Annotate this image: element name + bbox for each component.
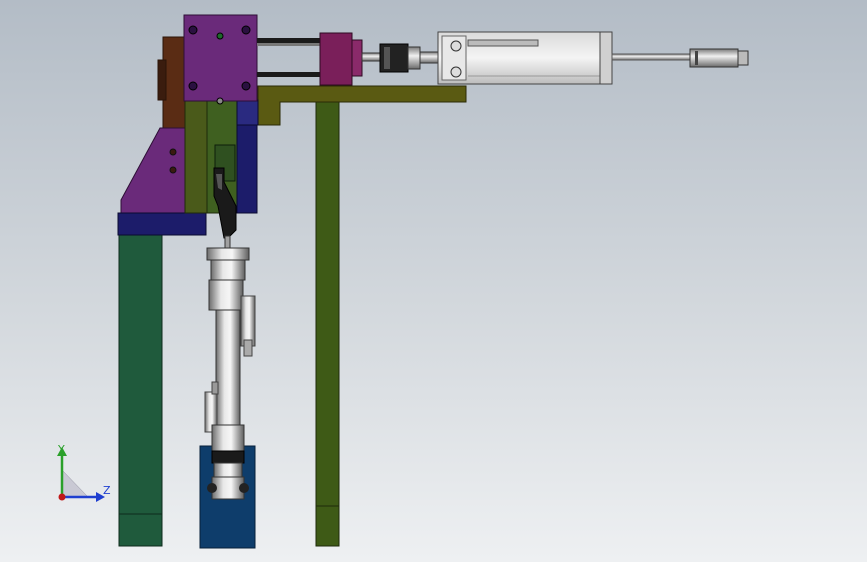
purple-top-block[interactable]	[183, 14, 258, 105]
clamp-block[interactable]	[319, 32, 363, 86]
guide-rods	[257, 38, 321, 77]
brown-bracket[interactable]	[157, 36, 186, 132]
left-support-leg[interactable]	[118, 231, 163, 547]
z-axis-label: Z	[103, 484, 111, 497]
coordinate-axes-icon: Y Z	[57, 443, 111, 502]
cad-viewport[interactable]: Y Z	[0, 0, 867, 562]
rod-coupling[interactable]	[361, 43, 439, 73]
horizontal-air-cylinder[interactable]	[437, 31, 749, 85]
assembly-drawing	[117, 14, 749, 549]
right-support-post[interactable]	[315, 101, 340, 547]
top-mounting-plate[interactable]	[257, 85, 467, 126]
y-axis-label: Y	[57, 443, 65, 456]
coordinate-triad: Y Z	[48, 440, 118, 510]
navy-base-bar[interactable]	[117, 212, 207, 236]
purple-gusset[interactable]	[120, 127, 186, 214]
